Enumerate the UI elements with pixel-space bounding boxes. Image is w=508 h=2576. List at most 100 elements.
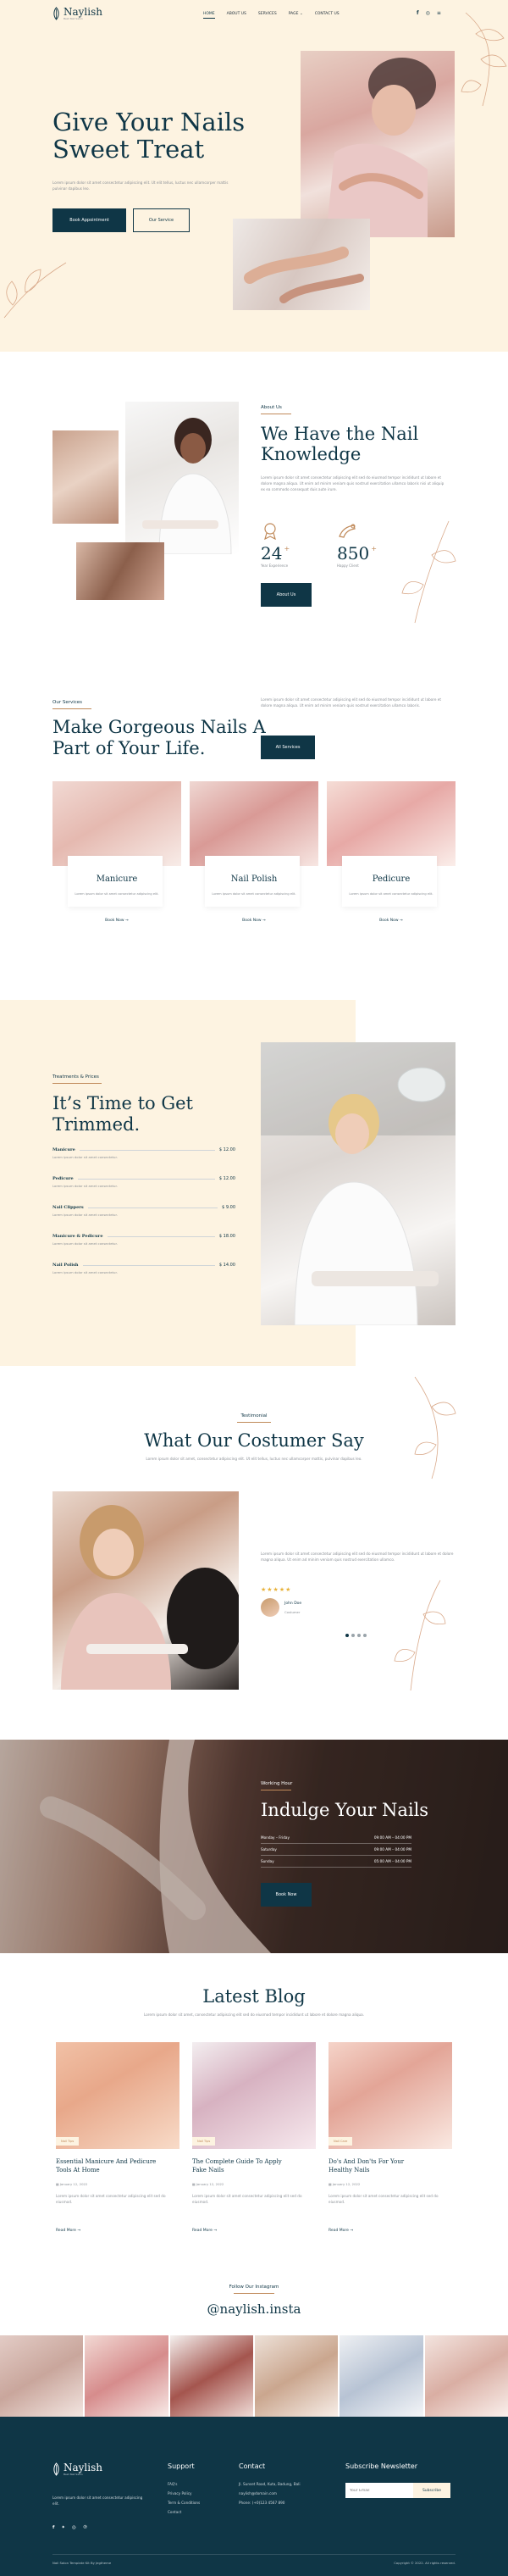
book-now-link[interactable]: Book Now →	[52, 919, 181, 923]
instagram-photo[interactable]	[169, 2335, 253, 2417]
stat-plus: +	[371, 545, 377, 552]
hero-title: Give Your Nails Sweet Treat	[52, 108, 246, 164]
service-image-nail-polish	[190, 781, 318, 866]
our-service-button[interactable]: Our Service	[133, 208, 190, 232]
facebook-icon[interactable]: f	[52, 2525, 54, 2530]
hours-label: Working Hour	[261, 1781, 293, 1786]
service-description: Lorem ipsum dolor sit amet consectetur a…	[212, 892, 296, 896]
instagram-icon[interactable]: ◎	[72, 2525, 76, 2530]
footer-logo[interactable]: Naylish Best Nail Salon	[52, 2462, 102, 2476]
price-item-name: Nail Clippers	[52, 1205, 84, 1210]
divider	[52, 708, 91, 709]
nav-item-home[interactable]: HOME	[203, 12, 215, 19]
clients-illustration	[61, 1505, 239, 1690]
nav-icons: f ◎ ≡	[417, 10, 441, 16]
nav-item-about[interactable]: ABOUT US	[227, 12, 246, 19]
about-description: Lorem ipsum dolor sit amet consectetur a…	[261, 475, 444, 491]
logo[interactable]: Naylish Best Nail Salon	[52, 7, 102, 20]
about-us-button[interactable]: About Us	[261, 583, 312, 607]
nav-item-services[interactable]: SERVICES	[258, 12, 277, 19]
stat-clients: 850 + Happy Client	[337, 521, 377, 568]
nav-item-contact[interactable]: CONTACT US	[315, 12, 340, 19]
newsletter-email-input[interactable]	[345, 2483, 413, 2498]
instagram-photo[interactable]	[340, 2335, 423, 2417]
hours-row: Sunday 05:00 AM – 04:00 PM	[261, 1856, 411, 1868]
hours-section	[0, 1740, 508, 1953]
hours-table: Monday – Friday 09:00 AM – 04:00 PM Satur…	[261, 1832, 411, 1868]
book-now-link[interactable]: Book Now →	[190, 919, 318, 923]
avatar	[261, 1598, 279, 1617]
all-services-button[interactable]: All Services	[261, 736, 315, 759]
blog-image	[192, 2042, 316, 2149]
logo-text: Naylish	[64, 2462, 102, 2473]
read-more-link[interactable]: Read More →	[192, 2229, 217, 2233]
stat-value: 24	[261, 543, 283, 564]
instagram-photo[interactable]	[0, 2335, 84, 2417]
stat-plus: +	[284, 545, 290, 552]
blog-excerpt: Lorem ipsum dolor sit amet consectetur a…	[192, 2194, 302, 2204]
book-now-link[interactable]: Book Now →	[327, 919, 456, 923]
footer-link[interactable]: Contact	[168, 2507, 200, 2517]
blog-title: Latest Blog	[202, 1986, 306, 2007]
book-appointment-button[interactable]: Book Appointment	[52, 208, 126, 232]
pricing-image	[261, 1042, 456, 1325]
chevron-down-icon: ⌄	[299, 12, 303, 16]
read-more-link[interactable]: Read More →	[56, 2229, 80, 2233]
logo-icon	[53, 7, 59, 20]
arrow-right-icon: →	[262, 919, 266, 923]
carousel-dot[interactable]	[345, 1634, 349, 1637]
instagram-photo[interactable]	[85, 2335, 168, 2417]
instagram-icon[interactable]: ◎	[426, 10, 430, 16]
blog-tag: Nail Tips	[56, 2137, 80, 2146]
footer-link[interactable]: Term & Conditions	[168, 2498, 200, 2507]
calendar-icon: ▦	[329, 2182, 332, 2186]
stat-value: 850	[337, 543, 370, 564]
menu-icon[interactable]: ≡	[437, 10, 441, 16]
carousel-dots	[345, 1634, 367, 1637]
contact-title: Contact	[239, 2462, 266, 2470]
footer-link[interactable]: Privacy Policy	[168, 2489, 200, 2498]
pinterest-icon[interactable]: ℗	[83, 2525, 88, 2530]
blog-post-title: Do's And Don'ts For Your Healthy Nails	[329, 2158, 405, 2174]
copyright-right: Copyright © 2022. All rights reserved.	[394, 2561, 456, 2565]
price-item: Manicure $ 12.00 Lorem ipsum dolor sit a…	[52, 1147, 235, 1176]
instagram-handle[interactable]: @naylish.insta	[0, 2301, 508, 2317]
leaf-decoration	[414, 1376, 456, 1480]
about-image-3	[76, 542, 164, 600]
read-more-link[interactable]: Read More →	[329, 2229, 353, 2233]
star-rating: ★★★★★	[261, 1586, 292, 1593]
price-item-price: $ 14.00	[218, 1263, 235, 1268]
price-item-name: Manicure & Pedicure	[52, 1234, 103, 1239]
testimonial-image	[52, 1491, 239, 1690]
instagram-photo[interactable]	[424, 2335, 508, 2417]
price-item-price: $ 12.00	[218, 1147, 235, 1152]
book-now-button[interactable]: Book Now	[261, 1883, 312, 1907]
about-image-1	[52, 430, 119, 524]
carousel-dot[interactable]	[357, 1634, 361, 1637]
instagram-label: Follow Our Instagram	[229, 2285, 279, 2290]
subscribe-button[interactable]: Subscribe	[413, 2483, 450, 2498]
facebook-icon[interactable]: f	[417, 10, 419, 16]
price-item-description: Lorem ipsum dolor sit amet consectetur.	[52, 1184, 118, 1188]
carousel-dot[interactable]	[351, 1634, 355, 1637]
carousel-dot[interactable]	[363, 1634, 367, 1637]
logo-text: Naylish	[64, 6, 102, 18]
nav-item-page[interactable]: PAGE ⌄	[289, 12, 303, 19]
contact-email[interactable]: naylish@domain.com	[239, 2489, 300, 2498]
blog-tag: Nail Care	[329, 2137, 353, 2146]
footer-link[interactable]: FAQ's	[168, 2479, 200, 2489]
arrow-right-icon: →	[350, 2229, 354, 2233]
arrow-right-icon: →	[125, 919, 129, 923]
support-links: FAQ's Privacy Policy Term & Conditions C…	[168, 2479, 200, 2517]
contact-phone[interactable]: Phone: (+0)123 4567 890	[239, 2498, 300, 2507]
instagram-gallery	[0, 2335, 508, 2417]
instagram-photo[interactable]	[254, 2335, 339, 2417]
about-label: About Us	[261, 405, 282, 410]
reviewer-name: John Doe	[284, 1602, 302, 1606]
price-item-name: Manicure	[52, 1147, 75, 1152]
divider	[237, 1422, 271, 1423]
service-image-pedicure	[327, 781, 456, 866]
twitter-icon[interactable]: ✦	[61, 2525, 65, 2530]
price-item: Pedicure $ 12.00 Lorem ipsum dolor sit a…	[52, 1176, 235, 1205]
stat-experience: 24 + Year Experience	[261, 521, 290, 568]
